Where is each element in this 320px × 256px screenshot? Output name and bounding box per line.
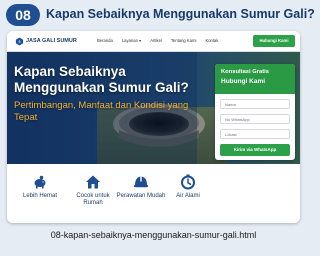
- feature-label: Cocok untuk Rumah: [76, 193, 110, 206]
- slide: 08 Kapan Sebaiknya Menggunakan Sumur Gal…: [0, 0, 315, 256]
- nav-link-kontak[interactable]: Kontak: [205, 38, 218, 43]
- nav-link-layanan[interactable]: Layanan ▾: [122, 38, 141, 43]
- nav-link-artikel[interactable]: Artikel: [150, 38, 162, 43]
- name-field[interactable]: [220, 99, 290, 109]
- form-heading-2: Hubungi Kami: [221, 78, 266, 85]
- piggy-bank-icon: [34, 175, 46, 189]
- hero-section: Kapan Sebaiknya Menggunakan Sumur Gali? …: [7, 52, 300, 164]
- feature-air-alami: Air Alami: [161, 174, 215, 200]
- form-heading-1: Konsultasi Gratis: [221, 69, 269, 75]
- feature-label: Air Alami: [176, 193, 200, 199]
- nav-link-tentang-kami[interactable]: Tentang Kami: [171, 38, 197, 43]
- hero-title: Kapan Sebaiknya Menggunakan Sumur Gali?: [14, 64, 189, 95]
- slide-header: 08 Kapan Sebaiknya Menggunakan Sumur Gal…: [0, 0, 315, 30]
- send-whatsapp-button[interactable]: Kirim via WhatsApp: [220, 144, 290, 156]
- location-field[interactable]: [220, 129, 290, 139]
- helmet-icon: [134, 176, 148, 188]
- site-navbar: JASA GALI SUMUR Beranda Layanan ▾ Artike…: [7, 31, 300, 52]
- clock-icon: [181, 174, 195, 190]
- form-header: Konsultasi Gratis Hubungi Kami: [215, 64, 295, 94]
- hero-subtitle: Pertimbangan, Manfaat dan Kondisi yang T…: [14, 100, 189, 123]
- logo-text: JASA GALI SUMUR: [26, 38, 77, 44]
- site-logo[interactable]: JASA GALI SUMUR: [15, 37, 77, 47]
- nav-links: Beranda Layanan ▾ Artikel Tentang Kami K…: [97, 38, 218, 43]
- feature-lebih-hemat: Lebih Hemat: [13, 174, 67, 200]
- website-preview: JASA GALI SUMUR Beranda Layanan ▾ Artike…: [7, 31, 300, 223]
- consultation-form: Konsultasi Gratis Hubungi Kami Kirim via…: [215, 64, 295, 160]
- feature-perawatan-mudah: Perawatan Mudah: [114, 174, 168, 200]
- feature-cocok-untuk-rumah: Cocok untuk Rumah: [66, 174, 120, 207]
- whatsapp-field[interactable]: [220, 114, 290, 124]
- feature-label: Perawatan Mudah: [116, 193, 166, 199]
- features-row: Lebih Hemat Cocok untuk Rumah Perawatan …: [7, 164, 300, 223]
- nav-contact-button[interactable]: Hubungi Kami: [253, 35, 295, 47]
- logo-mark-icon: [15, 37, 24, 46]
- nav-link-beranda[interactable]: Beranda: [97, 38, 113, 43]
- slide-number-badge: 08: [6, 4, 40, 26]
- feature-label: Lebih Hemat: [22, 193, 58, 199]
- house-icon: [86, 175, 100, 189]
- slide-title: Kapan Sebaiknya Menggunakan Sumur Gali?: [46, 7, 315, 21]
- file-caption: 08-kapan-sebaiknya-menggunakan-sumur-gal…: [50, 230, 257, 240]
